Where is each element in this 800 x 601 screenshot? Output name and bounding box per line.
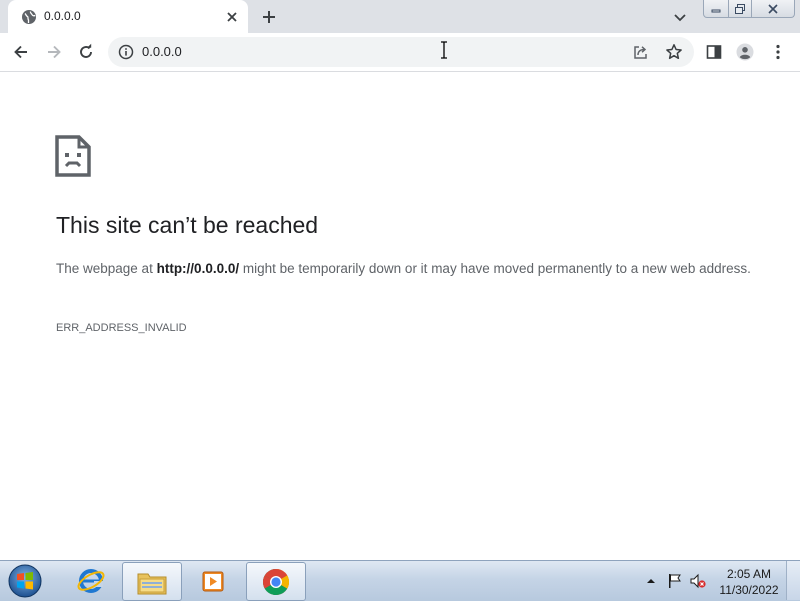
star-icon[interactable] [665, 43, 683, 61]
internet-explorer-icon [77, 568, 105, 593]
minimize-icon [711, 9, 721, 12]
restore-button[interactable] [729, 0, 752, 18]
kebab-menu-icon[interactable] [769, 43, 787, 61]
taskbar-file-explorer[interactable] [122, 562, 182, 601]
close-icon[interactable] [224, 9, 240, 25]
taskbar-chrome[interactable] [246, 562, 306, 601]
action-center-flag-icon[interactable] [667, 573, 683, 589]
file-explorer-icon [137, 573, 167, 594]
taskbar-internet-explorer[interactable] [62, 562, 120, 599]
window-controls [703, 0, 795, 18]
sad-page-icon [55, 135, 91, 177]
error-title: This site can’t be reached [56, 212, 319, 238]
address-bar[interactable]: 0.0.0.0 [108, 37, 694, 67]
reload-icon[interactable] [77, 43, 95, 61]
globe-icon [22, 10, 36, 24]
address-text[interactable]: 0.0.0.0 [142, 44, 182, 59]
profile-icon[interactable] [736, 43, 754, 61]
chrome-icon [262, 568, 290, 595]
error-description-prefix: The webpage at [56, 261, 157, 276]
tab-strip: 0.0.0.0 [0, 0, 800, 33]
restore-icon [735, 3, 745, 14]
taskbar: 2:05 AM 11/30/2022 [0, 560, 800, 601]
minimize-button[interactable] [703, 0, 729, 18]
error-description: The webpage at http://0.0.0.0/ might be … [56, 256, 766, 281]
side-panel-icon[interactable] [705, 43, 723, 61]
clock-date[interactable]: 11/30/2022 [716, 583, 782, 597]
show-desktop-button[interactable] [786, 561, 800, 600]
tab-title: 0.0.0.0 [44, 9, 81, 23]
new-tab-plus-icon[interactable] [261, 9, 277, 25]
show-hidden-icons-icon[interactable] [643, 573, 659, 589]
start-orb-icon[interactable] [6, 563, 44, 599]
tab-0000[interactable]: 0.0.0.0 [8, 0, 248, 33]
info-icon[interactable] [118, 44, 134, 60]
chevron-down-icon[interactable] [672, 9, 688, 25]
browser-toolbar: 0.0.0.0 [0, 33, 800, 72]
volume-muted-icon[interactable] [690, 573, 706, 589]
error-url: http://0.0.0.0/ [156, 261, 240, 276]
close-icon [768, 3, 778, 14]
error-description-suffix: might be temporarily down or it may have… [239, 261, 751, 276]
share-icon[interactable] [632, 44, 649, 61]
media-player-icon [202, 571, 224, 591]
clock-time[interactable]: 2:05 AM [716, 567, 782, 581]
arrow-left-icon[interactable] [12, 43, 30, 61]
taskbar-media-player[interactable] [184, 562, 242, 599]
window-close-button[interactable] [752, 0, 795, 18]
arrow-right-icon[interactable] [45, 43, 63, 61]
error-code: ERR_ADDRESS_INVALID [56, 322, 187, 334]
text-cursor-icon [441, 41, 447, 59]
